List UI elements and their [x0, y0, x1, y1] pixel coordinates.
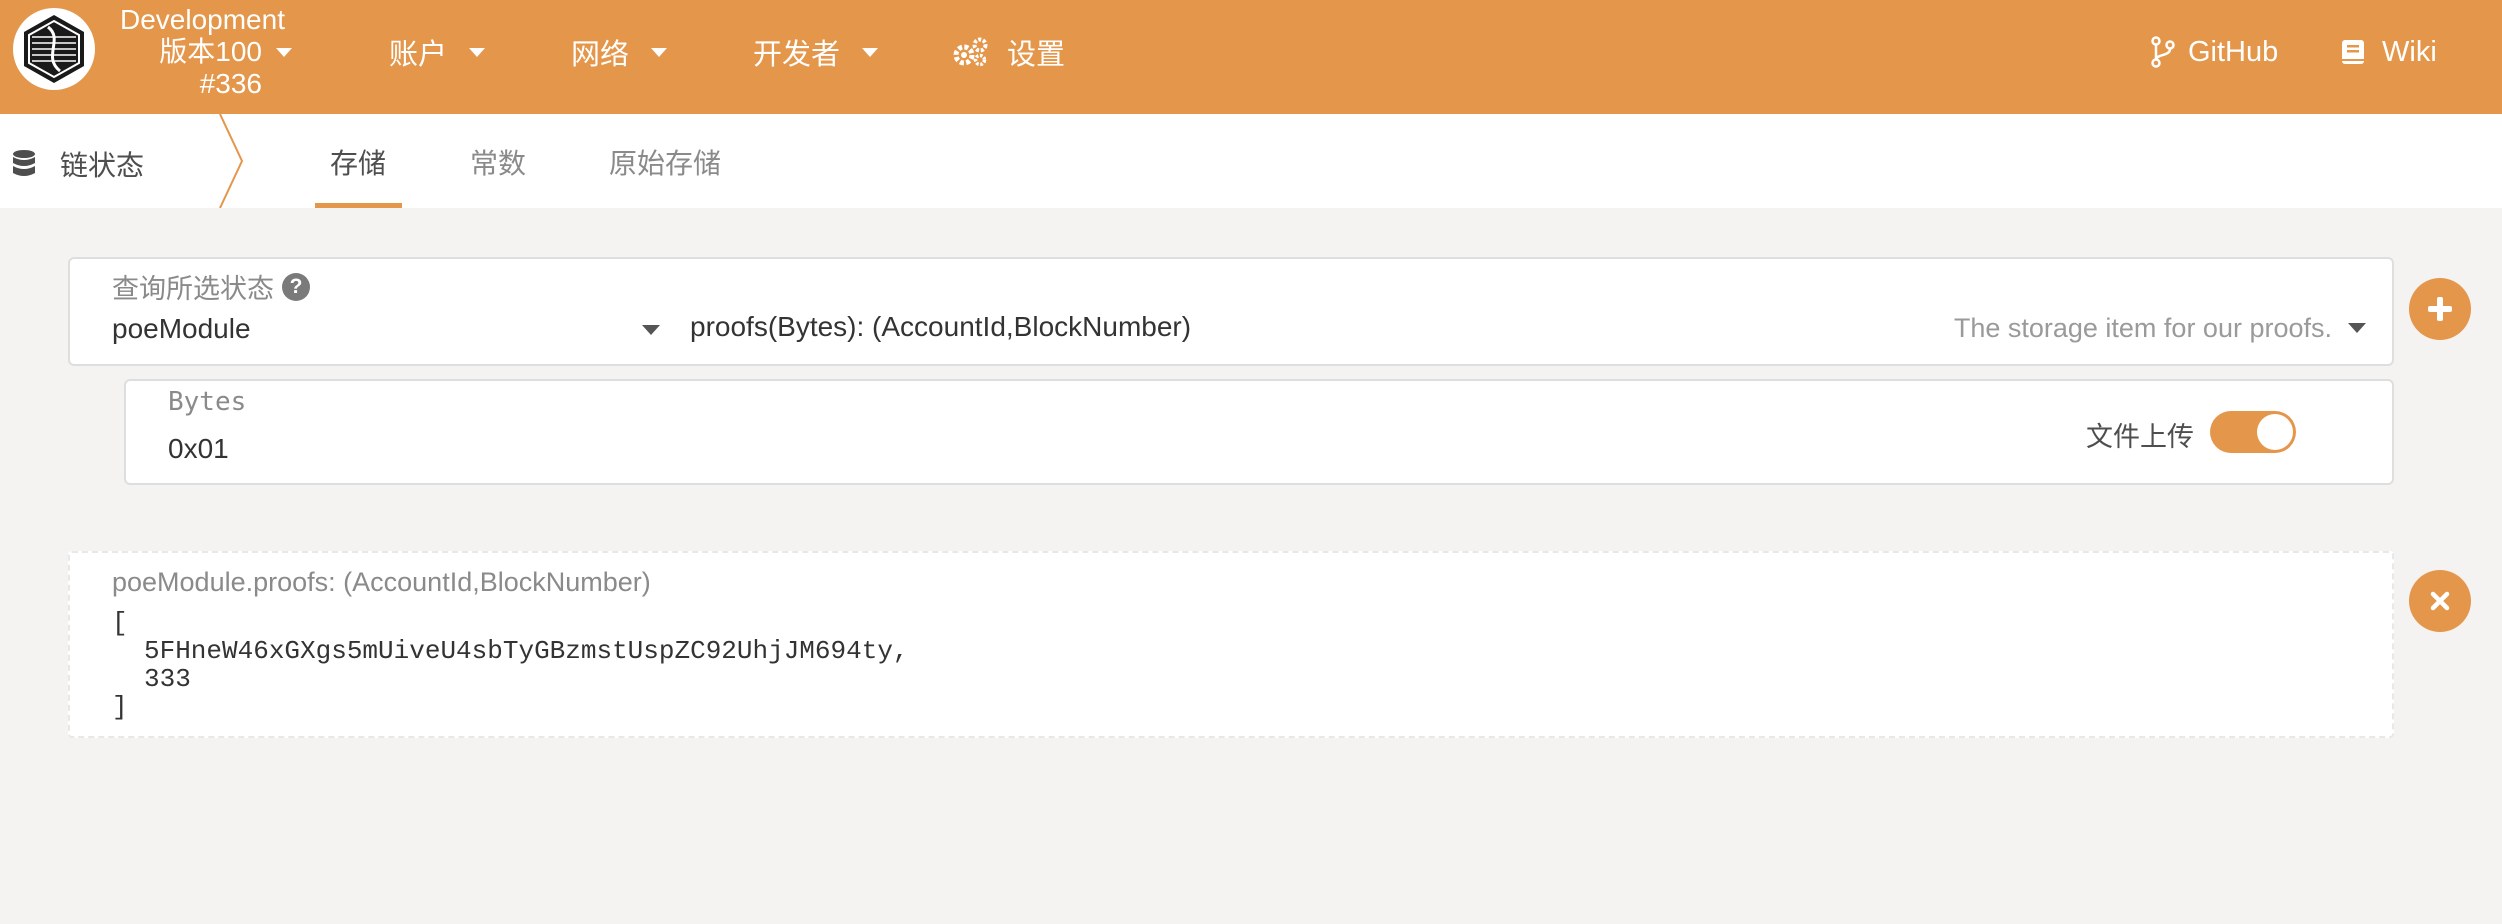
nav-developer-label: 开发者 — [753, 39, 841, 71]
section-chain-state: 链状态 — [12, 144, 144, 184]
chevron-separator-icon — [219, 114, 244, 208]
wiki-link[interactable]: Wiki — [2340, 32, 2437, 72]
chevron-down-icon — [642, 325, 660, 335]
chevron-down-icon — [469, 47, 486, 57]
book-icon — [2342, 40, 2364, 64]
result-title: poeModule.proofs: (AccountId,BlockNumber… — [112, 567, 651, 597]
sub-navigation-bar: 链状态 存储 常数 原始存储 — [0, 114, 2502, 208]
plus-icon — [2428, 297, 2452, 321]
runtime-version: 版本100 — [159, 36, 262, 67]
nav-network-label: 网络 — [571, 39, 630, 71]
tab-storage[interactable]: 存储 — [330, 142, 386, 182]
github-link[interactable]: GitHub — [2150, 32, 2278, 72]
nav-accounts[interactable]: 账户 — [389, 32, 486, 72]
bytes-input[interactable] — [168, 431, 2068, 467]
chevron-down-icon — [862, 47, 879, 57]
query-label-row: 查询所选状态 ? — [112, 267, 310, 306]
storage-query-panel: 查询所选状态 ? poeModule proofs(Bytes): (Accou… — [68, 257, 2394, 366]
nav-accounts-label: 账户 — [389, 39, 448, 71]
toggle-knob — [2257, 414, 2293, 450]
substrate-logo[interactable] — [13, 8, 95, 90]
nav-settings-label: 设置 — [1007, 39, 1066, 71]
tab-raw-storage[interactable]: 原始存储 — [609, 142, 721, 182]
section-label: 链状态 — [60, 150, 145, 181]
remove-result-button[interactable] — [2409, 570, 2471, 632]
chevron-down-icon[interactable] — [2348, 323, 2366, 333]
query-label: 查询所选状态 — [112, 274, 274, 304]
close-icon — [2430, 591, 2450, 611]
code-branch-icon — [2151, 36, 2175, 68]
help-icon[interactable]: ? — [282, 272, 310, 301]
top-navigation-bar: Development 版本100 #336 账户 网络 开发者 设置 GitH… — [0, 0, 2502, 114]
module-value: poeModule — [112, 313, 251, 344]
module-select[interactable]: poeModule — [112, 311, 660, 347]
param-label: Bytes — [168, 387, 247, 417]
file-upload-label: 文件上传 — [2086, 422, 2194, 452]
chain-name: Development — [120, 4, 285, 35]
wiki-label: Wiki — [2382, 35, 2437, 68]
chain-selector[interactable]: Development 版本100 #336 — [100, 4, 292, 100]
chevron-down-icon — [651, 47, 668, 57]
logo-icon — [24, 15, 84, 83]
nav-network[interactable]: 网络 — [571, 32, 668, 72]
nav-settings[interactable]: 设置 — [951, 32, 1065, 72]
result-close-bracket: ] — [112, 692, 128, 722]
github-label: GitHub — [2188, 35, 2279, 68]
file-upload-toggle[interactable] — [2210, 411, 2296, 453]
method-description: The storage item for our proofs. — [1953, 313, 2332, 343]
chevron-down-icon — [276, 47, 292, 57]
nav-developer[interactable]: 开发者 — [753, 32, 879, 72]
gears-icon — [953, 37, 988, 67]
query-result-panel: poeModule.proofs: (AccountId,BlockNumber… — [68, 551, 2394, 738]
best-block: #336 — [199, 68, 262, 99]
add-query-button[interactable] — [2409, 278, 2471, 340]
active-tab-indicator — [315, 203, 402, 208]
result-block-number: 333 — [144, 664, 191, 694]
tab-constants[interactable]: 常数 — [470, 142, 526, 182]
method-select[interactable]: proofs(Bytes): (AccountId,BlockNumber) — [690, 311, 1191, 343]
result-open-bracket: [ — [112, 608, 128, 638]
result-value: [ 5FHneW46xGXgs5mUiveU4sbTyGBzmstUspZC92… — [112, 609, 909, 721]
param-input-panel: Bytes 文件上传 — [124, 379, 2394, 485]
result-account-id: 5FHneW46xGXgs5mUiveU4sbTyGBzmstUspZC92Uh… — [144, 636, 909, 666]
database-icon — [13, 150, 35, 176]
